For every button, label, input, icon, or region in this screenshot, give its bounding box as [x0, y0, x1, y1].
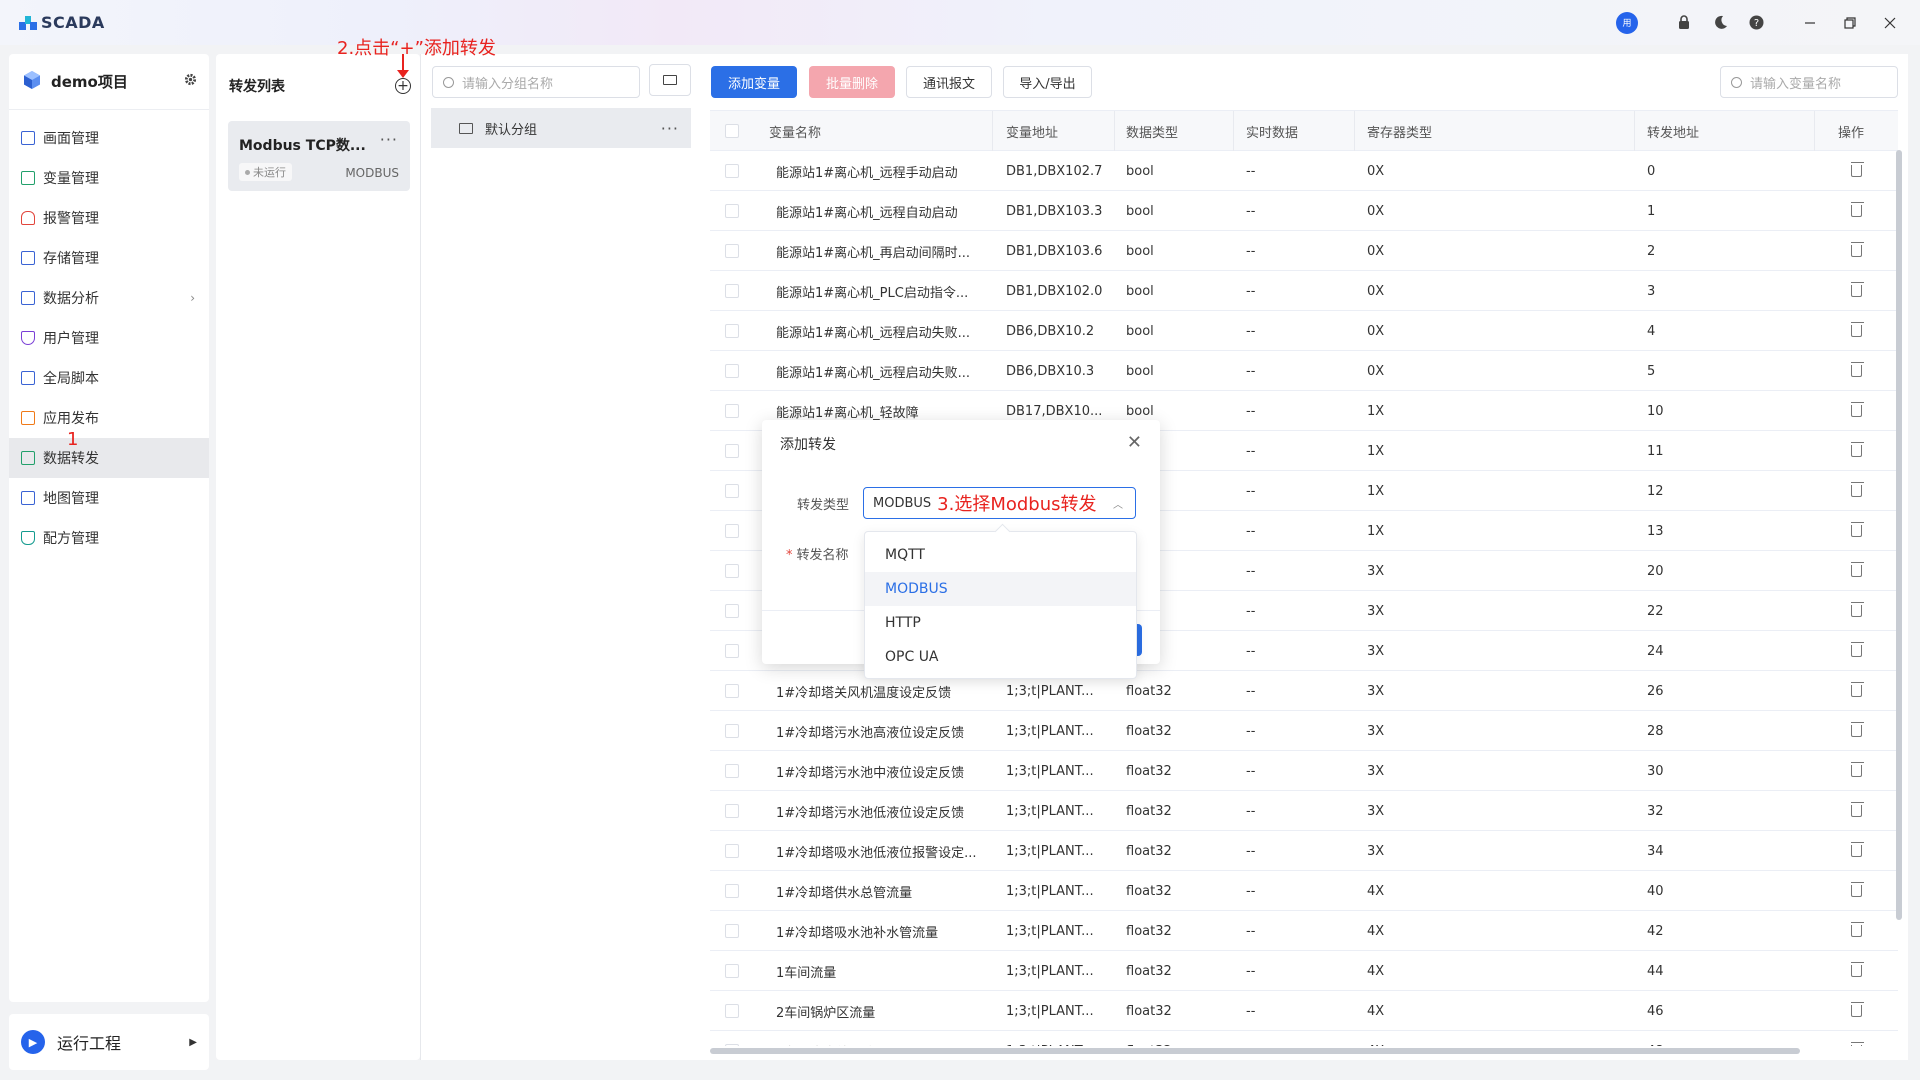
option-opcua[interactable]: OPC UA	[865, 640, 1136, 674]
forward-type-label: 转发类型	[797, 498, 850, 513]
annotation-step1: 1	[67, 429, 79, 450]
chevron-up-icon: ︿	[1113, 499, 1123, 511]
forward-name-label: 转发名称	[796, 548, 849, 563]
close-icon[interactable]: ✕	[1127, 432, 1142, 453]
required-mark: *	[786, 548, 793, 563]
dialog-title: 添加转发	[780, 437, 836, 453]
annotation-step2: 2.点击“+”添加转发	[337, 38, 496, 59]
forward-type-select[interactable]: MODBUS 3.选择Modbus转发 ︿	[863, 487, 1136, 519]
option-modbus[interactable]: MODBUS	[865, 572, 1136, 606]
option-mqtt[interactable]: MQTT	[865, 538, 1136, 572]
forward-type-dropdown: MQTT MODBUS HTTP OPC UA	[864, 531, 1137, 679]
option-http[interactable]: HTTP	[865, 606, 1136, 640]
forward-name-label-wrap: * 转发名称	[786, 544, 849, 563]
select-value: MODBUS	[873, 495, 932, 511]
annotation-arrow	[397, 54, 409, 78]
annotation-step3: 3.选择Modbus转发	[937, 494, 1097, 515]
